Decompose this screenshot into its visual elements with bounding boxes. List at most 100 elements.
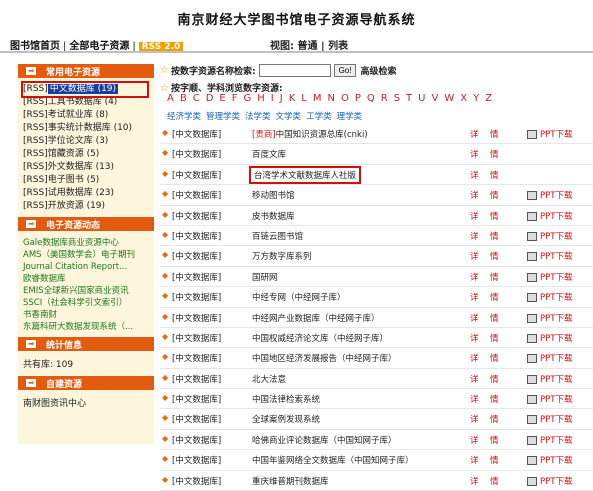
resource-name-link[interactable]: 中国年鉴网络全文数据库（中国知网子库）	[252, 454, 414, 466]
detail-link-2[interactable]: 情	[490, 210, 499, 222]
detail-link-2[interactable]: 情	[490, 230, 499, 242]
rss-link[interactable]: [RSS]	[23, 188, 48, 198]
detail-link[interactable]: 详	[470, 189, 479, 201]
resource-name-link[interactable]: 中国权威经济论文库（中经网子库）	[252, 332, 388, 344]
letter-link[interactable]: D	[206, 93, 214, 104]
resource-name-link[interactable]: 中经网产业数据库（中经网子库）	[252, 312, 380, 324]
resource-name-link[interactable]: 北大法意	[252, 373, 286, 385]
detail-link[interactable]: 详	[470, 352, 479, 364]
ppt-download-link[interactable]: PPT下载	[527, 393, 572, 405]
detail-link[interactable]: 详	[470, 332, 479, 344]
detail-link[interactable]: 详	[470, 230, 479, 242]
detail-link[interactable]: 详	[470, 373, 479, 385]
subject-link[interactable]: 文学类	[276, 112, 302, 122]
rss-link[interactable]: [RSS]	[23, 84, 48, 94]
news-link[interactable]: 东篇科研大数据发现系统（...	[23, 321, 154, 333]
ppt-download-link[interactable]: PPT下载	[527, 230, 572, 242]
letter-link[interactable]: F	[232, 93, 238, 104]
news-link[interactable]: 欧睿数据库	[23, 273, 154, 285]
detail-link[interactable]: 详	[470, 250, 479, 262]
letter-link[interactable]: C	[193, 93, 200, 104]
letter-link[interactable]: P	[355, 93, 361, 104]
resource-name-link[interactable]: 万方数字库系列	[252, 250, 312, 262]
detail-link-2[interactable]: 情	[490, 271, 499, 283]
sidebar-item[interactable]: [RSS] 中文数据库 (19)	[21, 81, 149, 98]
rss-link[interactable]: [RSS]	[23, 149, 48, 159]
ppt-download-link[interactable]: PPT下载	[527, 434, 572, 446]
detail-link-2[interactable]: 情	[490, 413, 499, 425]
sidebar-item[interactable]: [RSS]开放资源 (19)	[23, 200, 154, 213]
detail-link[interactable]: 详	[470, 271, 479, 283]
letter-link[interactable]: G	[244, 93, 252, 104]
letter-link[interactable]: I	[271, 93, 274, 104]
rss-link[interactable]: [RSS]	[23, 136, 48, 146]
letter-link[interactable]: R	[381, 93, 388, 104]
letter-link[interactable]: O	[341, 93, 349, 104]
sidebar-item[interactable]: [RSS]馆藏资源 (5)	[23, 148, 154, 161]
letter-link[interactable]: L	[301, 93, 307, 104]
resource-name-link[interactable]: 移动图书馆	[252, 189, 295, 201]
detail-link-2[interactable]: 情	[490, 250, 499, 262]
ppt-download-link[interactable]: PPT下载	[527, 210, 572, 222]
letter-link[interactable]: N	[327, 93, 334, 104]
custom-resource-link[interactable]: 南财图资讯中心	[18, 390, 154, 415]
letter-link[interactable]: Y	[473, 93, 479, 104]
detail-link-2[interactable]: 情	[490, 454, 499, 466]
detail-link[interactable]: 详	[470, 413, 479, 425]
advanced-search-link[interactable]: 高级检索	[360, 64, 396, 77]
sidebar-item[interactable]: [RSS]考试就业库 (8)	[23, 109, 154, 122]
news-link[interactable]: Journal Citation Report...	[23, 261, 154, 273]
ppt-download-link[interactable]: PPT下载	[527, 332, 572, 344]
news-link[interactable]: Gale数据库商业资源中心	[23, 237, 154, 249]
letter-link[interactable]: V	[431, 93, 438, 104]
rss-link[interactable]: [RSS]	[23, 175, 48, 185]
resource-name-link[interactable]: 全球案例发现系统	[252, 413, 320, 425]
resource-name-link[interactable]: 国研网	[252, 271, 278, 283]
letter-link[interactable]: M	[313, 93, 322, 104]
resource-name-link[interactable]: 百链云图书馆	[252, 230, 303, 242]
letter-link[interactable]: E	[219, 93, 225, 104]
letter-link[interactable]: J	[280, 93, 283, 104]
subject-link[interactable]: 理学类	[337, 112, 363, 122]
detail-link-2[interactable]: 情	[490, 128, 499, 140]
ppt-download-link[interactable]: PPT下载	[527, 373, 572, 385]
ppt-download-link[interactable]: PPT下载	[527, 250, 572, 262]
ppt-download-link[interactable]: PPT下载	[527, 352, 572, 364]
ppt-download-link[interactable]: PPT下载	[527, 271, 572, 283]
letter-link[interactable]: K	[289, 93, 296, 104]
sidebar-item[interactable]: [RSS]电子图书 (5)	[23, 174, 154, 187]
detail-link[interactable]: 详	[470, 475, 479, 487]
ppt-download-link[interactable]: PPT下载	[527, 291, 572, 303]
letter-link[interactable]: W	[444, 93, 454, 104]
sidebar-item[interactable]: [RSS]外文数据库 (13)	[23, 161, 154, 174]
detail-link[interactable]: 详	[470, 312, 479, 324]
detail-link-2[interactable]: 情	[490, 169, 499, 181]
subject-link[interactable]: 管理学类	[206, 112, 240, 122]
resource-name-link[interactable]: 百度文库	[252, 148, 286, 160]
resource-name-link[interactable]: 皮书数据库	[252, 210, 295, 222]
go-button[interactable]: Go!	[333, 64, 357, 77]
subject-link[interactable]: 经济学类	[167, 112, 201, 122]
letter-link[interactable]: T	[406, 93, 412, 104]
detail-link-2[interactable]: 情	[490, 393, 499, 405]
subject-link[interactable]: 法学类	[245, 112, 271, 122]
detail-link[interactable]: 详	[470, 210, 479, 222]
detail-link-2[interactable]: 情	[490, 475, 499, 487]
letter-link[interactable]: S	[394, 93, 400, 104]
letter-link[interactable]: Z	[485, 93, 492, 104]
letter-link[interactable]: A	[167, 93, 174, 104]
resource-name-link[interactable]: 台湾学术文献数据库人社版	[248, 165, 362, 184]
resource-name-link[interactable]: 中经专网（中经网子库）	[252, 291, 346, 303]
detail-link-2[interactable]: 情	[490, 373, 499, 385]
rss-link[interactable]: [RSS]	[23, 201, 48, 211]
resource-name-link[interactable]: 哈佛商业评论数据库（中国知网子库）	[252, 434, 397, 446]
detail-link-2[interactable]: 情	[490, 291, 499, 303]
letter-link[interactable]: B	[180, 93, 187, 104]
detail-link-2[interactable]: 情	[490, 332, 499, 344]
rss-link[interactable]: [RSS]	[23, 110, 48, 120]
ppt-download-link[interactable]: PPT下载	[527, 312, 572, 324]
rss-link[interactable]: [RSS]	[23, 97, 48, 107]
detail-link-2[interactable]: 情	[490, 434, 499, 446]
detail-link[interactable]: 详	[470, 454, 479, 466]
ppt-download-link[interactable]: PPT下载	[527, 413, 572, 425]
